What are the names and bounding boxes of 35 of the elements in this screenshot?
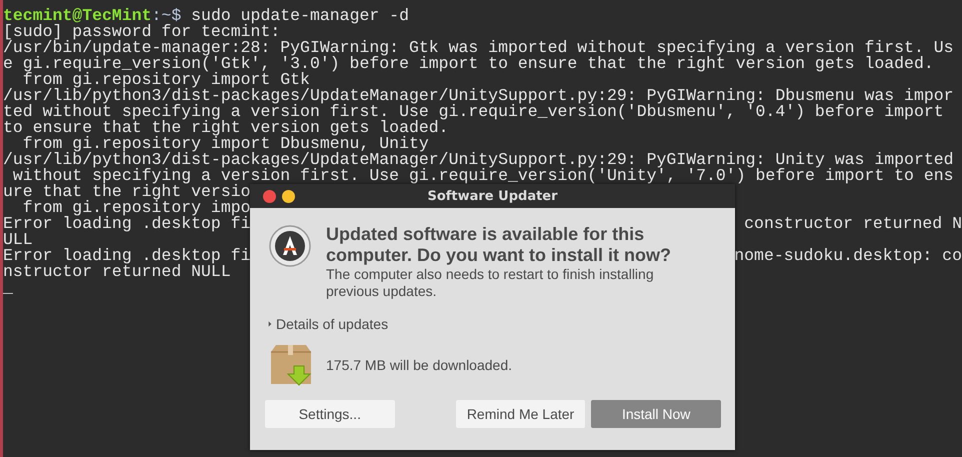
terminal-output: ure that the right versio <box>3 184 251 200</box>
download-size-text: 175.7 MB will be downloaded. <box>326 357 512 373</box>
terminal-output: Error loading .desktop fi <box>3 248 251 264</box>
terminal-cursor: _ <box>3 280 13 296</box>
terminal-output: ted without specifying a version first. Use gi.require_version('Dbusmenu', '0.4') before import <box>3 104 944 120</box>
terminal-output: nstructor returned NULL <box>3 264 231 280</box>
terminal-output: constructor returned N <box>743 216 962 232</box>
dialog-button[interactable]: Install Now <box>591 400 722 428</box>
terminal-output: /usr/lib/python3/dist-packages/UpdateManager/UnitySupport.py:29: PyGIWarning: Dbusmenu was impor <box>3 88 954 104</box>
package-download-icon <box>268 344 314 386</box>
terminal-command: sudo update-manager -d <box>190 6 409 25</box>
terminal-output: ULL <box>3 232 33 248</box>
terminal-output: from gi.repository import Gtk <box>22 72 310 88</box>
terminal-output: /usr/bin/update-manager:28: PyGIWarning: Gtk was imported without specifying a version first. Us <box>3 40 954 56</box>
details-expander[interactable]: Details of updates <box>268 316 388 332</box>
terminal-output: /usr/lib/python3/dist-packages/UpdateManager/UnitySupport.py:29: PyGIWarning: Unity was imported <box>3 152 954 168</box>
close-button[interactable] <box>263 190 276 202</box>
terminal-output: [sudo] password for tecmint: <box>3 24 280 40</box>
terminal-output: from gi.repository import Dbusmenu, Unity <box>22 136 429 152</box>
terminal-output: nome-sudoku.desktop: co <box>734 248 962 264</box>
window-title: Software Updater <box>427 188 558 204</box>
dialog-heading: Updated software is available for this computer. Do you want to install it now? <box>326 223 672 266</box>
expander-arrow-icon <box>268 321 272 327</box>
terminal-output: to ensure that the right version gets loaded. <box>3 120 449 136</box>
prompt-user-host: tecmint@TecMint <box>3 6 152 25</box>
terminal-output: from gi.repository impo <box>22 200 251 216</box>
dialog-message: The computer also needs to restart to finish installing previous updates. <box>326 266 655 300</box>
minimize-button[interactable] <box>282 190 295 202</box>
terminal-output: without specifying a version first. Use gi.require_version('Unity', '7.0') before import to ens <box>12 168 954 184</box>
dialog-button[interactable]: Settings... <box>265 400 395 428</box>
prompt-path: :~$ <box>152 6 182 25</box>
dialog-button[interactable]: Remind Me Later <box>456 400 586 428</box>
terminal-output: Error loading .desktop fi <box>3 216 251 232</box>
updater-icon <box>268 224 312 268</box>
terminal-output: e gi.require_version('Gtk', '3.0') before import to ensure that the right version gets loaded. <box>3 56 934 72</box>
